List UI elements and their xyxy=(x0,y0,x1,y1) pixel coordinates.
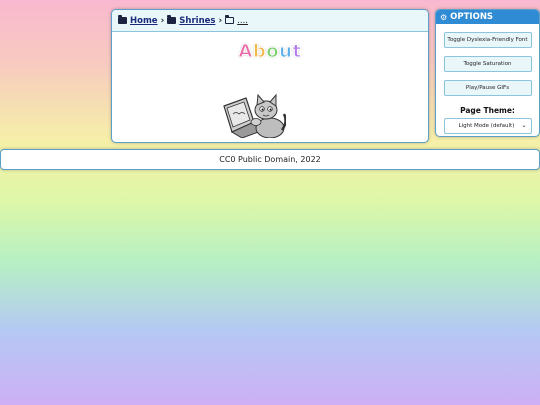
title-letter: A xyxy=(238,41,253,63)
page-theme-label: Page Theme: xyxy=(460,106,515,115)
breadcrumb-current: .... xyxy=(224,15,248,26)
breadcrumb-shrines-link[interactable]: Shrines xyxy=(179,16,215,26)
options-header: ⚙ OPTIONS xyxy=(436,10,539,24)
breadcrumb-home-link[interactable]: Home xyxy=(130,16,158,26)
cat-laptop-image xyxy=(220,92,287,139)
breadcrumb-home: Home xyxy=(118,15,158,26)
options-title: OPTIONS xyxy=(450,12,494,22)
chevron-right-icon: › xyxy=(160,15,165,26)
toggle-dyslexia-font-button[interactable]: Toggle Dyslexia-Friendly Font xyxy=(443,32,532,48)
page-theme-select[interactable]: Light Mode (default) ⌄ xyxy=(443,118,532,134)
breadcrumb-current-label: .... xyxy=(237,15,248,26)
page-title: About xyxy=(112,41,428,63)
folder-icon xyxy=(167,15,177,24)
folder-open-icon xyxy=(224,15,235,24)
folder-icon xyxy=(118,15,127,24)
title-letter: b xyxy=(252,41,267,63)
chevron-right-icon: › xyxy=(218,15,223,26)
chevron-down-icon: ⌄ xyxy=(521,122,527,129)
gears-icon: ⚙ xyxy=(440,12,448,22)
title-letter: t xyxy=(292,41,302,63)
footer: CC0 Public Domain, 2022 xyxy=(0,149,540,170)
title-letter: o xyxy=(266,41,280,63)
play-pause-gifs-button[interactable]: Play/Pause GIFs xyxy=(443,80,532,96)
options-panel: ⚙ OPTIONS Toggle Dyslexia-Friendly Font … xyxy=(435,9,540,137)
page-theme-selected-value: Light Mode (default) xyxy=(458,123,515,129)
title-letter: u xyxy=(279,41,293,63)
footer-text: CC0 Public Domain, 2022 xyxy=(219,155,321,164)
main-content-panel: Home › Shrines › .... About xyxy=(111,9,429,143)
breadcrumb: Home › Shrines › .... xyxy=(112,10,428,32)
breadcrumb-shrines: Shrines xyxy=(167,15,215,26)
toggle-saturation-button[interactable]: Toggle Saturation xyxy=(443,56,532,72)
